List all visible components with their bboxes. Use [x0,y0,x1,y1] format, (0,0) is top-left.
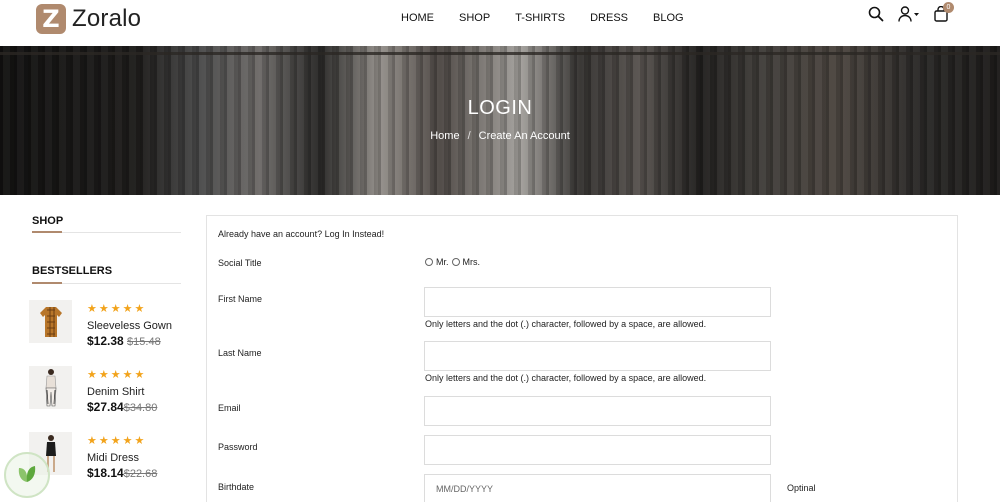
product-price: $18.14$22.68 [87,466,157,480]
old-price: $22.68 [123,468,158,480]
social-title-label: Social Title [218,258,262,268]
old-price: $34.80 [123,402,158,414]
current-price: $12.38 [87,334,124,348]
email-field[interactable] [424,396,771,426]
nav-t-shirts[interactable]: T-SHIRTS [515,11,565,25]
product-name[interactable]: Midi Dress [87,452,139,464]
radio-mrs-label[interactable]: Mrs. [463,257,481,267]
login-instead-link[interactable]: Already have an account? Log In Instead! [218,229,384,239]
product-image-model[interactable] [29,366,72,409]
breadcrumb-current: Create An Account [478,130,570,142]
page-banner: LOGIN Home / Create An Account [0,46,1000,195]
logo-text: Zoralo [72,5,142,32]
rating-stars: ★★★★★ [87,302,147,315]
product-price: $12.38 $15.48 [87,334,161,348]
leaf-watermark-icon [4,452,50,498]
first-name-field[interactable] [424,287,771,317]
user-icon[interactable] [898,6,920,27]
shop-heading[interactable]: SHOP [32,215,63,227]
password-field[interactable] [424,435,771,465]
last-name-label: Last Name [218,348,262,358]
current-price: $27.84 [87,400,124,414]
main-nav: HOME SHOP T-SHIRTS DRESS BLOG [401,11,709,25]
cart-count-badge: 0 [943,2,954,13]
birthdate-optional-note: Optinal [787,483,816,493]
last-name-helper: Only letters and the dot (.) character, … [425,373,707,383]
product-item[interactable]: ★★★★★ Midi Dress $18.14$22.68 [29,432,189,482]
breadcrumb-home[interactable]: Home [430,130,459,142]
site-header: Z Zoralo HOME SHOP T-SHIRTS DRESS BLOG 0 [0,0,1000,46]
breadcrumb: Home / Create An Account [0,130,1000,142]
old-price: $15.48 [127,336,161,348]
shop-heading-rule [32,231,181,233]
rating-stars: ★★★★★ [87,368,147,381]
last-name-field[interactable] [424,341,771,371]
radio-mr[interactable] [425,258,433,266]
social-title-options: Mr. Mrs. [425,257,483,267]
password-label: Password [218,442,258,452]
cart-icon[interactable]: 0 [934,2,954,27]
nav-blog[interactable]: BLOG [653,11,684,25]
radio-mr-label[interactable]: Mr. [436,257,449,267]
product-price: $27.84$34.80 [87,400,157,414]
email-label: Email [218,403,241,413]
nav-home[interactable]: HOME [401,11,434,25]
header-actions: 0 [854,2,954,27]
product-item[interactable]: ★★★★★ Sleeveless Gown $12.38 $15.48 [29,300,189,350]
breadcrumb-separator: / [467,130,471,142]
product-item[interactable]: ★★★★★ Denim Shirt $27.84$34.80 [29,366,189,416]
radio-mrs[interactable] [451,258,460,266]
first-name-label: First Name [218,294,263,304]
current-price: $18.14 [87,466,124,480]
product-image-shirt[interactable] [29,300,72,343]
birthdate-label: Birthdate [218,482,255,492]
birthdate-field[interactable] [424,474,771,502]
page-title: LOGIN [467,97,533,119]
logo-mark: Z [36,4,66,34]
first-name-helper: Only letters and the dot (.) character, … [425,319,707,329]
banner-overlay [0,46,1000,195]
nav-shop[interactable]: SHOP [459,11,490,25]
product-name[interactable]: Denim Shirt [87,386,144,398]
search-icon[interactable] [868,6,884,27]
bestsellers-heading-rule [32,282,181,284]
product-name[interactable]: Sleeveless Gown [87,320,172,332]
bestsellers-heading: BESTSELLERS [32,265,113,277]
nav-dress[interactable]: DRESS [590,11,628,25]
rating-stars: ★★★★★ [87,434,147,447]
logo[interactable]: Z Zoralo [36,4,141,34]
